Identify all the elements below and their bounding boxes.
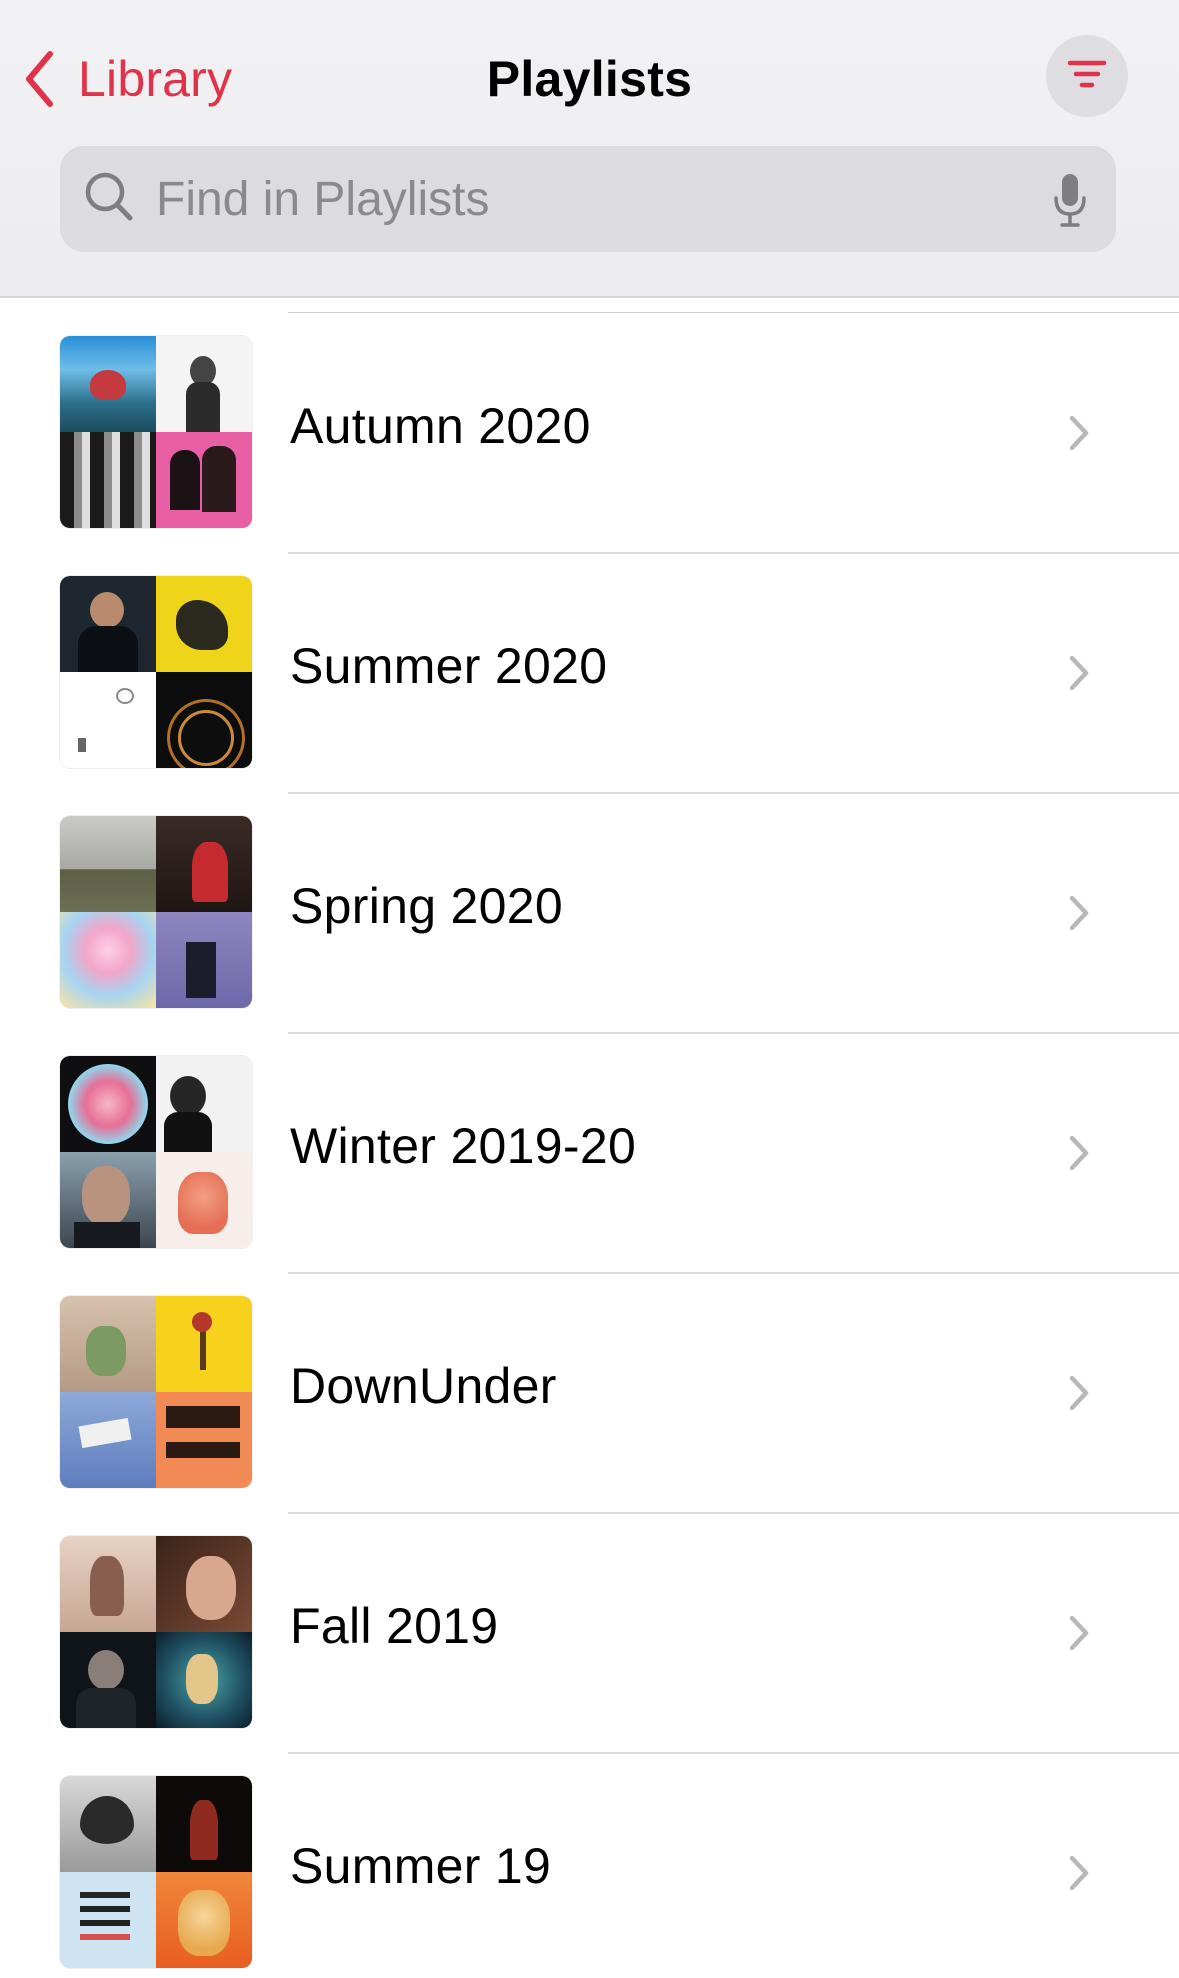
playlist-row[interactable]: Summer 2020 — [0, 538, 1179, 794]
playlist-row[interactable]: Autumn 2020 — [0, 298, 1179, 554]
sort-button[interactable] — [1046, 35, 1128, 117]
playlist-artwork — [60, 816, 252, 1008]
playlist-row[interactable]: Fall 2019 — [0, 1498, 1179, 1754]
playlist-artwork — [60, 576, 252, 768]
playlist-title: Spring 2020 — [290, 878, 563, 934]
playlist-row[interactable]: DownUnder — [0, 1258, 1179, 1514]
search-bar[interactable] — [60, 146, 1116, 252]
playlist-artwork — [60, 1296, 252, 1488]
playlist-row[interactable]: Winter 2019-20 — [0, 1018, 1179, 1274]
search-input[interactable] — [156, 171, 1016, 227]
playlist-row[interactable]: Spring 2020 — [0, 778, 1179, 1034]
chevron-right-icon — [1068, 1134, 1090, 1177]
playlist-artwork — [60, 1536, 252, 1728]
playlist-artwork — [60, 336, 252, 528]
playlist-artwork — [60, 1776, 252, 1968]
playlist-title: Fall 2019 — [290, 1598, 499, 1654]
playlist-title: Winter 2019-20 — [290, 1118, 637, 1174]
search-icon — [84, 171, 134, 228]
playlist-title: Summer 19 — [290, 1838, 552, 1894]
navigation-header: Library Playlists — [0, 0, 1179, 298]
page-title: Playlists — [486, 51, 693, 107]
filter-lines-icon — [1067, 59, 1107, 94]
chevron-right-icon — [1068, 1374, 1090, 1417]
playlist-title: Autumn 2020 — [290, 398, 591, 454]
playlist-artwork — [60, 1056, 252, 1248]
chevron-right-icon — [1068, 894, 1090, 937]
microphone-icon[interactable] — [1052, 172, 1088, 233]
chevron-right-icon — [1068, 414, 1090, 457]
playlist-title: Summer 2020 — [290, 638, 608, 694]
chevron-right-icon — [1068, 1854, 1090, 1897]
chevron-right-icon — [1068, 1614, 1090, 1657]
playlist-title: DownUnder — [290, 1358, 557, 1414]
playlist-row[interactable]: Summer 19 — [0, 1738, 1179, 1978]
chevron-right-icon — [1068, 654, 1090, 697]
